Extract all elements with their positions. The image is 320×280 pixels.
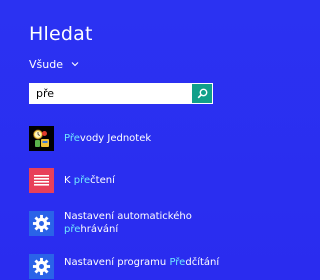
unit-converter-icon (29, 126, 54, 151)
chevron-down-icon (71, 62, 79, 67)
result-label: Nastavení automatického přehrávání (64, 211, 192, 235)
result-item-k-precteni[interactable]: K přečtení (29, 168, 224, 193)
search-button[interactable] (192, 84, 212, 103)
page-title: Hledat (29, 23, 93, 45)
result-label: K přečtení (64, 175, 115, 186)
gear-icon (29, 211, 54, 236)
search-icon (197, 88, 207, 99)
search-charm: Hledat Všude pře Převody Jednotek K přeč… (0, 0, 241, 280)
gear-icon (29, 254, 54, 279)
result-item-narrator-settings[interactable]: Nastavení programu Předčítání (29, 254, 224, 279)
result-item-prevody-jednotek[interactable]: Převody Jednotek (29, 126, 224, 151)
search-scope-label: Všude (29, 58, 63, 71)
result-label: Nastavení programu Předčítání (64, 257, 220, 268)
search-box (29, 83, 213, 104)
search-scope-selector[interactable]: Všude (29, 58, 79, 72)
result-label: Převody Jednotek (64, 133, 152, 144)
result-item-autoplay-settings[interactable]: Nastavení automatického přehrávání (29, 211, 224, 236)
reading-list-icon (29, 168, 54, 193)
search-input[interactable] (30, 84, 193, 103)
